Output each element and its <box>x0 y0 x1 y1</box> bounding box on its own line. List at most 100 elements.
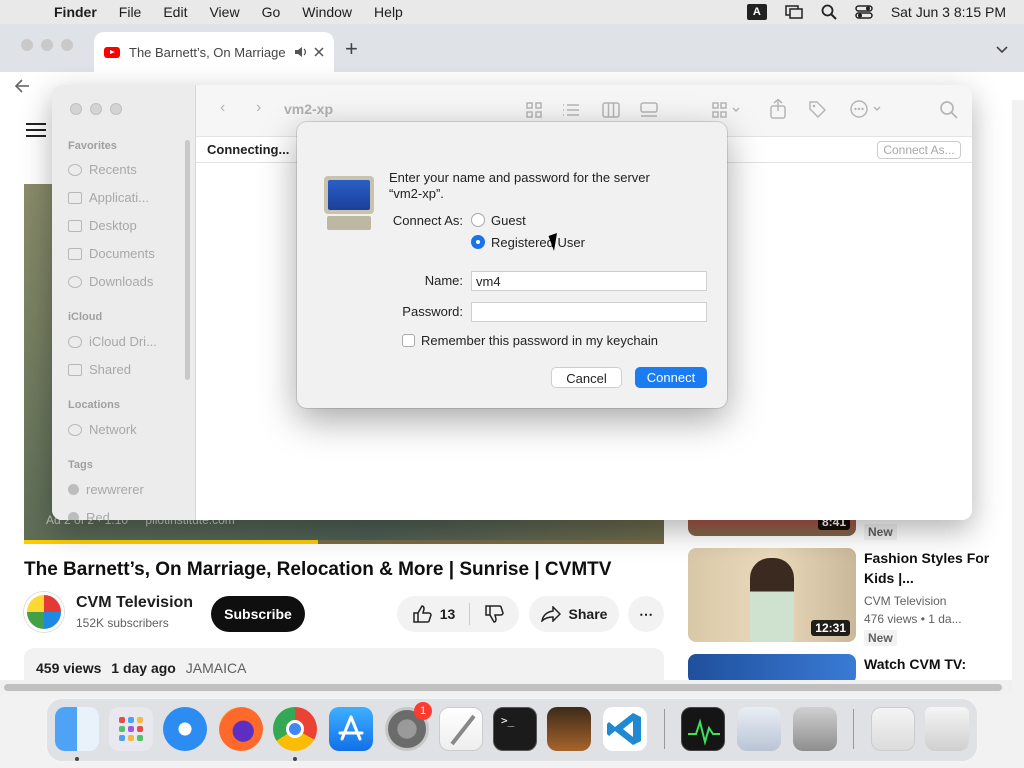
chrome-dock-icon[interactable] <box>273 707 317 751</box>
boot-camp-dock-icon[interactable] <box>793 707 837 751</box>
thumbs-down-icon[interactable] <box>484 605 505 623</box>
tag-icon[interactable] <box>808 100 826 118</box>
cloud-icon <box>68 335 82 348</box>
remember-password-checkbox[interactable] <box>402 334 415 347</box>
connect-as-button[interactable]: Connect As... <box>877 141 961 159</box>
more-actions-button[interactable]: ⋯ <box>628 596 664 632</box>
sidebar-video-thumbnail[interactable]: 12:31 <box>688 548 856 642</box>
downloads-stack-dock-icon[interactable] <box>871 707 915 751</box>
sidebar-video-title[interactable]: Fashion Styles For Kids |... <box>864 548 1004 588</box>
audio-playing-icon[interactable] <box>294 46 308 58</box>
preview-dock-icon[interactable] <box>737 707 781 751</box>
browser-tab-active[interactable]: The Barnett’s, On Marriage <box>94 32 334 72</box>
share-button[interactable]: Share <box>529 596 619 632</box>
gallery-view-icon[interactable] <box>640 102 658 118</box>
share-icon[interactable] <box>770 99 786 119</box>
browser-close-button[interactable] <box>21 39 33 51</box>
sidebar-item-tag[interactable]: rewwrerer <box>68 482 144 497</box>
back-icon[interactable]: ‹ <box>220 99 225 117</box>
running-indicator <box>293 757 297 761</box>
cancel-button[interactable]: Cancel <box>551 367 622 388</box>
share-icon <box>540 606 561 622</box>
input-source-icon[interactable]: A <box>746 4 767 20</box>
sidebar-item-icloud-drive[interactable]: iCloud Dri... <box>68 334 157 349</box>
finder-zoom-button[interactable] <box>110 103 122 115</box>
sidebar-item-desktop[interactable]: Desktop <box>68 218 137 233</box>
sidebar-item-applications[interactable]: Applicati... <box>68 190 149 205</box>
search-icon[interactable] <box>940 101 958 119</box>
vscode-dock-icon[interactable] <box>603 707 647 751</box>
textedit-dock-icon[interactable] <box>439 707 483 751</box>
sidebar-video-thumbnail[interactable] <box>688 654 856 680</box>
applications-icon <box>68 191 82 204</box>
activity-monitor-dock-icon[interactable] <box>681 707 725 751</box>
horizontal-scrollbar[interactable] <box>0 680 1012 694</box>
sidebar-item-shared[interactable]: Shared <box>68 362 131 377</box>
close-tab-icon[interactable] <box>314 47 324 57</box>
password-label: Password: <box>402 304 463 319</box>
menu-go[interactable]: Go <box>262 4 281 20</box>
launchpad-dock-icon[interactable] <box>109 707 153 751</box>
remember-password-label[interactable]: Remember this password in my keychain <box>421 333 658 348</box>
column-view-icon[interactable] <box>602 102 620 118</box>
registered-user-radio[interactable] <box>471 235 485 249</box>
new-tab-button[interactable]: + <box>345 36 358 62</box>
hamburger-menu-icon[interactable] <box>26 122 46 138</box>
control-center-icon[interactable] <box>855 5 873 19</box>
action-menu-icon[interactable] <box>850 100 884 118</box>
launchpad-grid-icon <box>119 717 143 741</box>
subscribe-button[interactable]: Subscribe <box>211 596 305 632</box>
icon-view-icon[interactable] <box>526 102 542 118</box>
forward-icon[interactable]: › <box>256 99 261 117</box>
registered-user-radio-label[interactable]: Registered User <box>491 235 585 250</box>
sidebar-video-title[interactable]: Watch CVM TV: <box>864 654 1004 674</box>
channel-avatar[interactable] <box>24 592 64 632</box>
firefox-dock-icon[interactable] <box>219 707 263 751</box>
menu-edit[interactable]: Edit <box>163 4 187 20</box>
screen-mirroring-icon[interactable] <box>785 5 803 19</box>
safari-dock-icon[interactable] <box>163 707 207 751</box>
finder-minimize-button[interactable] <box>90 103 102 115</box>
back-arrow-icon[interactable] <box>14 79 30 93</box>
channel-name[interactable]: CVM Television <box>76 594 193 612</box>
finder-dock-icon[interactable] <box>55 707 99 751</box>
finder-close-button[interactable] <box>70 103 82 115</box>
thumbs-up-icon[interactable] <box>412 605 432 623</box>
spotlight-search-icon[interactable] <box>821 4 837 20</box>
sidebar-item-tag-red[interactable]: Red <box>68 510 110 520</box>
menubar-clock[interactable]: Sat Jun 3 8:15 PM <box>891 4 1006 20</box>
location-tag[interactable]: JAMAICA <box>186 660 247 676</box>
menu-window[interactable]: Window <box>302 4 352 20</box>
connect-button[interactable]: Connect <box>635 367 707 388</box>
garageband-dock-icon[interactable] <box>547 707 591 751</box>
list-view-icon[interactable] <box>562 102 580 118</box>
group-by-icon[interactable] <box>712 102 742 118</box>
video-description[interactable]: 459 views 1 day ago JAMAICA <box>24 648 664 680</box>
browser-minimize-button[interactable] <box>41 39 53 51</box>
app-store-dock-icon[interactable] <box>329 707 373 751</box>
sidebar-scrollbar[interactable] <box>185 140 190 380</box>
sidebar-item-documents[interactable]: Documents <box>68 246 155 261</box>
trash-dock-icon[interactable] <box>925 707 969 751</box>
name-field[interactable] <box>471 271 707 291</box>
password-field[interactable] <box>471 302 707 322</box>
guest-radio[interactable] <box>471 213 485 227</box>
browser-zoom-button[interactable] <box>61 39 73 51</box>
sidebar-item-downloads[interactable]: Downloads <box>68 274 153 289</box>
view-count: 459 views <box>36 660 102 676</box>
tab-search-chevron-icon[interactable] <box>996 46 1008 54</box>
menu-view[interactable]: View <box>209 4 239 20</box>
menu-help[interactable]: Help <box>374 4 403 20</box>
sidebar-item-network[interactable]: Network <box>68 422 137 437</box>
menu-app-finder[interactable]: Finder <box>54 4 97 20</box>
terminal-dock-icon[interactable]: >_ <box>493 707 537 751</box>
like-dislike-group: 13 <box>397 596 519 632</box>
video-progress-bar[interactable] <box>24 540 664 544</box>
menu-file[interactable]: File <box>119 4 142 20</box>
sidebar-item-recents[interactable]: Recents <box>68 162 137 177</box>
dialog-prompt: Enter your name and password for the ser… <box>389 170 650 201</box>
guest-radio-label[interactable]: Guest <box>491 213 526 228</box>
running-indicator <box>75 757 79 761</box>
sidebar-video-channel[interactable]: CVM Television <box>864 594 946 608</box>
menu-bar: Finder File Edit View Go Window Help A S… <box>0 0 1024 24</box>
